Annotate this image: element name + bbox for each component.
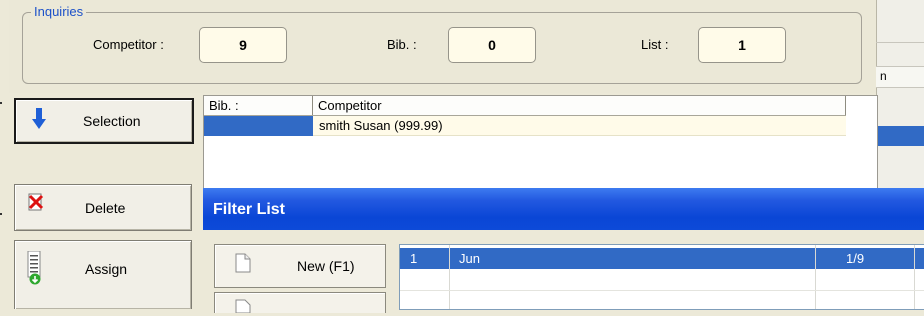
- table-row[interactable]: smith Susan (999.99): [204, 116, 846, 136]
- grid-divider: [815, 245, 816, 309]
- assign-button[interactable]: Assign: [14, 240, 192, 309]
- selection-button[interactable]: Selection: [14, 98, 194, 144]
- background-column-fragment: n: [880, 69, 887, 83]
- delete-x-icon: [27, 193, 45, 216]
- list-label: List :: [641, 37, 669, 52]
- list-item-number: 1: [410, 251, 418, 266]
- list-item[interactable]: 1 Jun 1/9: [400, 248, 924, 269]
- grid-header: Bib. : Competitor: [204, 96, 846, 116]
- background-divider: [876, 42, 924, 43]
- row-competitor-cell[interactable]: smith Susan (999.99): [313, 116, 846, 136]
- grid-divider: [449, 245, 450, 309]
- edge-mark: [0, 102, 2, 104]
- list-item-name: Jun: [459, 251, 480, 266]
- list-count-field[interactable]: 1: [698, 27, 786, 63]
- grid-row-line: [400, 290, 924, 291]
- new-button[interactable]: New (F1): [214, 244, 386, 288]
- filter-list-grid[interactable]: 1 Jun 1/9: [399, 244, 924, 310]
- competitor-label: Competitor :: [93, 37, 164, 52]
- edge-mark: [0, 213, 2, 215]
- background-selected-row: [876, 126, 924, 146]
- second-button[interactable]: [214, 292, 386, 314]
- column-header-bib[interactable]: Bib. :: [204, 96, 313, 115]
- inquiries-legend: Inquiries: [31, 4, 87, 19]
- list-item-ratio: 1/9: [846, 251, 865, 266]
- new-button-label: New (F1): [297, 258, 355, 274]
- column-header-competitor[interactable]: Competitor: [313, 96, 846, 115]
- background-column-header: n: [876, 66, 924, 88]
- selection-grid[interactable]: Bib. : Competitor smith Susan (999.99): [203, 95, 878, 190]
- bib-count-field[interactable]: 0: [448, 27, 536, 63]
- list-add-icon: [27, 250, 45, 288]
- dialog-title-bar[interactable]: Filter List: [203, 188, 924, 230]
- row-bib-cell[interactable]: [204, 116, 313, 136]
- filter-list-dialog: Filter List New (F1) 1 Jun 1/9: [203, 188, 924, 314]
- grid-divider: [914, 245, 915, 309]
- delete-button[interactable]: Delete: [14, 184, 192, 231]
- assign-button-label: Assign: [85, 261, 128, 277]
- delete-button-label: Delete: [85, 199, 126, 216]
- bib-label: Bib. :: [387, 37, 417, 52]
- new-document-icon: [235, 253, 251, 276]
- selection-button-label: Selection: [83, 113, 141, 129]
- competitor-count-field[interactable]: 9: [199, 27, 287, 63]
- arrow-down-icon: [31, 107, 47, 134]
